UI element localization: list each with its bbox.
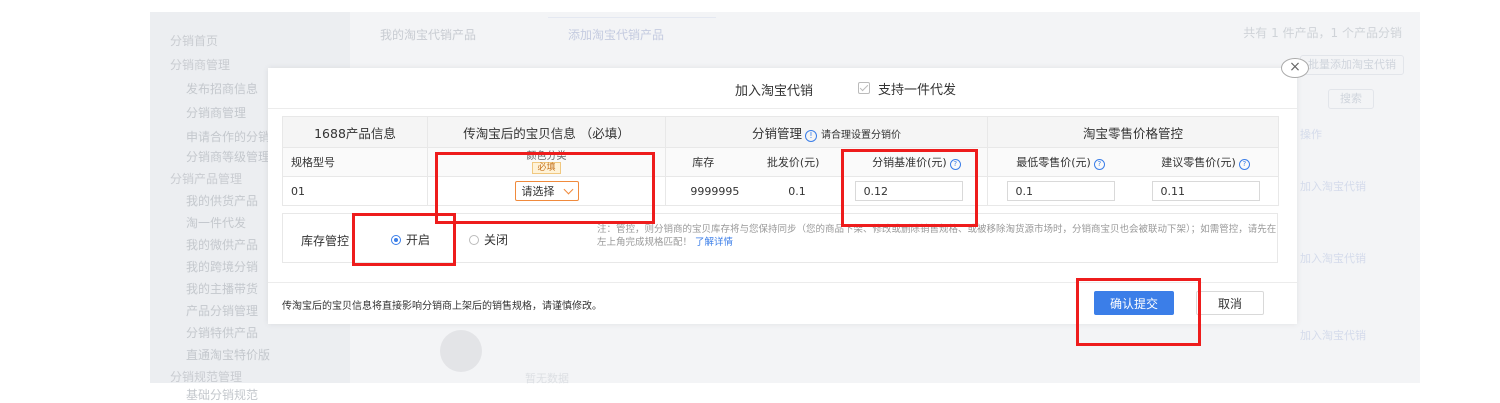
sidebar-item[interactable]: 分销规范管理 — [170, 368, 242, 385]
min-retail-header: 最低零售价(元)? — [1016, 154, 1105, 170]
footer-warning: 传淘宝后的宝贝信息将直接影响分销商上架后的销售规格，请谨慎修改。 — [282, 301, 602, 312]
stock-management-label: 库存管控 — [301, 234, 350, 248]
base-price-header: 分销基准价(元)? — [872, 154, 961, 170]
close-icon[interactable]: × — [1281, 58, 1309, 78]
sidebar-item[interactable]: 分销首页 — [170, 32, 218, 49]
product-spec-table: 1688产品信息 传淘宝后的宝贝信息 （必填） 分销管理! 请合理设置分销价 淘宝… — [282, 116, 1279, 206]
sidebar-item[interactable]: 我的微供产品 — [186, 236, 258, 253]
sidebar-item[interactable]: 分销产品管理 — [170, 170, 242, 187]
stock-value: 9999995 — [690, 184, 740, 198]
dropship-label: 支持一件代发 — [878, 82, 957, 98]
info-icon[interactable]: ! — [805, 129, 817, 142]
product-count-summary: 共有 1 件产品，1 个产品分销 — [1243, 26, 1402, 40]
wholesale-header: 批发价(元) — [766, 156, 820, 169]
help-icon[interactable]: ? — [1093, 159, 1105, 170]
col-1688-product-info: 1688产品信息 — [282, 116, 428, 148]
help-icon[interactable]: ? — [949, 159, 961, 170]
learn-more-link[interactable]: 了解详情 — [695, 237, 733, 248]
stock-header: 库存 — [692, 156, 715, 169]
sidebar-item[interactable]: 分销商管理 — [186, 104, 246, 121]
stock-on-radio[interactable]: 开启 — [391, 231, 430, 248]
color-category-select[interactable]: 请选择 — [514, 181, 579, 201]
select-placeholder: 请选择 — [521, 185, 555, 198]
wholesale-value: 0.1 — [788, 184, 806, 198]
add-taobao-dialog: 加入淘宝代销 支持一件代发 1688产品信息 传淘宝后的宝贝信息 （必填） 分销… — [268, 68, 1297, 324]
tab-my-taobao-products[interactable]: 我的淘宝代销产品 — [380, 26, 476, 43]
sidebar-item[interactable]: 产品分销管理 — [186, 302, 258, 319]
active-tab-indicator — [548, 17, 716, 18]
color-category-header: 颜色分类 必填 — [428, 148, 665, 176]
suggested-retail-input[interactable] — [1151, 181, 1260, 201]
col-distribution: 分销管理! 请合理设置分销价 — [665, 116, 988, 148]
spec-value: 01 — [291, 184, 305, 198]
retail-subheaders: 最低零售价(元)? 建议零售价(元)? — [988, 148, 1278, 176]
product-thumbnail — [440, 330, 482, 372]
col-retail-control: 淘宝零售价格管控 — [987, 116, 1279, 148]
sidebar-item[interactable]: 我的供货产品 — [186, 192, 258, 209]
batch-add-button[interactable]: 批量添加淘宝代销 — [1300, 55, 1404, 75]
base-price-input[interactable] — [854, 181, 963, 201]
tab-add-taobao-products[interactable]: 添加淘宝代销产品 — [568, 26, 664, 43]
sidebar-item[interactable]: 发布招商信息 — [186, 80, 258, 97]
sidebar-item[interactable]: 基础分销规范 — [186, 386, 258, 403]
stock-on-label: 开启 — [406, 233, 431, 247]
sidebar-item[interactable]: 分销商管理 — [170, 56, 230, 73]
radio-unchecked-icon[interactable] — [469, 234, 479, 245]
sidebar-item[interactable]: 我的跨境分销 — [186, 258, 258, 275]
table-header-row: 1688产品信息 传淘宝后的宝贝信息 （必填） 分销管理! 请合理设置分销价 淘宝… — [282, 116, 1279, 148]
dialog-title: 加入淘宝代销 — [735, 84, 814, 99]
chevron-down-icon — [563, 184, 573, 194]
sidebar-item[interactable]: 直通淘宝特价版 — [186, 346, 270, 363]
search-button[interactable]: 搜索 — [1328, 89, 1374, 109]
distribution-values: 9999995 0.1 — [666, 177, 987, 205]
sidebar-item[interactable]: 分销特供产品 — [186, 324, 258, 341]
required-tag: 必填 — [532, 161, 561, 174]
dialog-footer: 传淘宝后的宝贝信息将直接影响分销商上架后的销售规格，请谨慎修改。 确认提交 取消 — [268, 282, 1297, 325]
spec-model-header: 规格型号 — [291, 156, 335, 169]
color-select-cell: 请选择 — [428, 177, 665, 205]
retail-values — [988, 177, 1278, 205]
sidebar-item[interactable]: 淘一件代发 — [186, 214, 246, 231]
col-taobao-info: 传淘宝后的宝贝信息 （必填） — [427, 116, 666, 148]
row-add-link[interactable]: 加入淘宝代销 — [1300, 250, 1366, 266]
sidebar-item[interactable]: 分销商等级管理 — [186, 148, 270, 165]
action-column-header: 操作 — [1300, 128, 1322, 141]
stock-off-label: 关闭 — [484, 233, 509, 247]
row-add-link[interactable]: 加入淘宝代销 — [1300, 327, 1366, 343]
dropship-checkbox[interactable]: 支持一件代发 — [858, 77, 956, 99]
table-subheader-row: 规格型号 颜色分类 必填 库存 批发价(元) 分销基准价(元)? 最低零售价(元… — [282, 147, 1279, 177]
stock-off-radio[interactable]: 关闭 — [469, 231, 508, 248]
cancel-button[interactable]: 取消 — [1196, 291, 1264, 315]
table-row: 01 请选择 9999995 0.1 — [282, 176, 1279, 206]
row-add-link[interactable]: 加入淘宝代销 — [1300, 178, 1366, 194]
help-icon[interactable]: ? — [1238, 159, 1250, 170]
suggested-retail-header: 建议零售价(元)? — [1161, 154, 1250, 170]
sidebar-item[interactable]: 我的主播带货 — [186, 280, 258, 297]
min-retail-input[interactable] — [1006, 181, 1115, 201]
confirm-submit-button[interactable]: 确认提交 — [1094, 291, 1174, 315]
distribution-label: 分销管理 — [751, 125, 802, 141]
empty-text: 暂无数据 — [525, 372, 569, 385]
stock-management-note: 注：管控，则分销商的宝贝库存将与您保持同步（您的商品下架、修改或删除销售规格、或… — [597, 223, 1277, 249]
distribution-subheaders: 库存 批发价(元) 分销基准价(元)? — [666, 148, 987, 176]
radio-checked-icon[interactable] — [391, 234, 401, 245]
stock-management-section: 库存管控 开启 关闭 注：管控，则分销商的宝贝库存将与您保持同步（您的商品下架、… — [282, 213, 1278, 263]
color-category-label: 颜色分类 — [526, 150, 567, 162]
distribution-hint: 请合理设置分销价 — [821, 129, 901, 141]
dialog-header: 加入淘宝代销 支持一件代发 — [268, 68, 1297, 109]
checkbox-icon[interactable] — [858, 82, 870, 94]
